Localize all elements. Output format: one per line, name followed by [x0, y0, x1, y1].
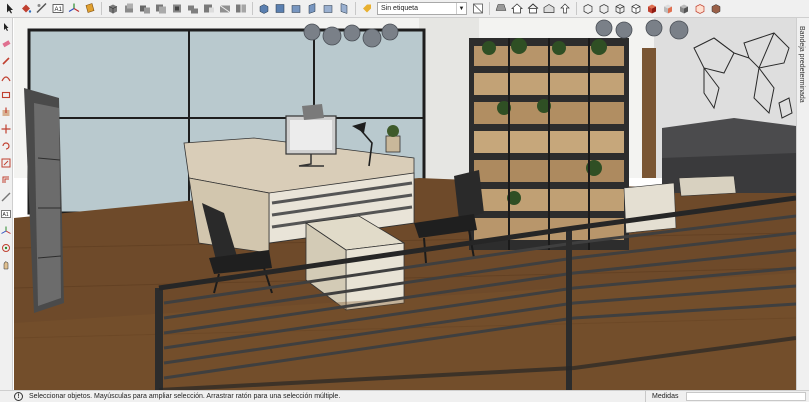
info-icon[interactable]: ! — [14, 392, 23, 401]
back-view-icon[interactable] — [321, 2, 335, 16]
tag-selector-value: Sin etiqueta — [381, 5, 418, 12]
top-view-icon[interactable] — [273, 2, 287, 16]
status-message: Seleccionar objetos. Mayúsculas para amp… — [29, 393, 341, 400]
home-icon[interactable] — [510, 2, 524, 16]
tag-selector[interactable]: Sin etiqueta ▼ — [377, 2, 467, 15]
svg-text:A1: A1 — [3, 212, 9, 218]
push-pull-tool-icon[interactable] — [0, 106, 12, 118]
union-icon[interactable] — [186, 2, 200, 16]
wooden-post — [642, 48, 656, 178]
subtract-icon[interactable] — [202, 2, 216, 16]
intersect-icon[interactable] — [170, 2, 184, 16]
toolbar-separator — [489, 2, 490, 15]
right-view-icon[interactable] — [305, 2, 319, 16]
monochrome-style-icon[interactable] — [677, 2, 691, 16]
coffee-table — [678, 175, 737, 197]
measurements-input[interactable] — [686, 392, 806, 401]
tag-icon — [360, 2, 374, 16]
toolbar-separator — [576, 2, 577, 15]
left-view-icon[interactable] — [337, 2, 351, 16]
measurements-label: Medidas — [645, 391, 678, 402]
desk-chair — [302, 104, 324, 120]
house-icon[interactable] — [526, 2, 540, 16]
side-table — [623, 182, 677, 234]
outer-shell-icon[interactable] — [154, 2, 168, 16]
scale-tool-icon[interactable] — [0, 157, 12, 169]
hidden-line-style-icon[interactable] — [629, 2, 643, 16]
pan-tool-icon[interactable] — [0, 259, 12, 271]
svg-text:A1: A1 — [55, 7, 63, 13]
xray-style-icon[interactable] — [581, 2, 595, 16]
rectangle-tool-icon[interactable] — [0, 89, 12, 101]
wireframe-style-icon[interactable] — [613, 2, 627, 16]
model-viewport[interactable] — [14, 18, 796, 390]
eraser-tool-icon[interactable] — [0, 38, 12, 50]
shaded-style-icon[interactable] — [645, 2, 659, 16]
move-tool-icon[interactable] — [0, 123, 12, 135]
model-scene[interactable] — [14, 18, 796, 390]
select-tool-icon[interactable] — [0, 21, 12, 33]
solid-tools-icon[interactable] — [138, 2, 152, 16]
toolbar-separator — [252, 2, 253, 15]
section-plane-icon[interactable] — [83, 2, 97, 16]
status-bar: ! Seleccionar objetos. Mayúsculas para a… — [0, 390, 809, 402]
tray-label: Bandeja predeterminada — [798, 26, 805, 103]
orbit-tool-icon[interactable] — [0, 242, 12, 254]
component-icon[interactable] — [106, 2, 120, 16]
axes-tool-icon[interactable] — [0, 225, 12, 237]
toolbar-separator — [101, 2, 102, 15]
text-tool-icon[interactable]: A1 — [0, 208, 12, 220]
warehouse-icon[interactable] — [542, 2, 556, 16]
front-view-icon[interactable] — [289, 2, 303, 16]
toolbar-separator — [355, 2, 356, 15]
select-icon[interactable] — [3, 2, 17, 16]
default-tray[interactable]: Bandeja predeterminada — [796, 18, 809, 390]
line-tool-icon[interactable] — [0, 55, 12, 67]
arc-tool-icon[interactable] — [0, 72, 12, 84]
paint-bucket-icon[interactable] — [19, 2, 33, 16]
offset-tool-icon[interactable] — [0, 174, 12, 186]
trim-icon[interactable] — [218, 2, 232, 16]
chevron-down-icon[interactable]: ▼ — [456, 3, 466, 14]
main-toolbar: A1 Sin etiqueta ▼ — [0, 0, 809, 18]
desk-plant — [385, 135, 401, 153]
back-edges-style-icon[interactable] — [597, 2, 611, 16]
tape-measure-tool-icon[interactable] — [0, 191, 12, 203]
camera-icon[interactable] — [494, 2, 508, 16]
fill-style-icon[interactable] — [709, 2, 723, 16]
split-icon[interactable] — [234, 2, 248, 16]
textured-style-icon[interactable] — [661, 2, 675, 16]
axes-icon[interactable] — [67, 2, 81, 16]
text-tool-icon[interactable]: A1 — [51, 2, 65, 16]
iso-view-icon[interactable] — [257, 2, 271, 16]
hatch-style-icon[interactable] — [693, 2, 707, 16]
rotate-tool-icon[interactable] — [0, 140, 12, 152]
group-icon[interactable] — [122, 2, 136, 16]
tag-palette-icon[interactable] — [471, 2, 485, 16]
tape-measure-icon[interactable] — [35, 2, 49, 16]
upload-icon[interactable] — [558, 2, 572, 16]
left-toolbar: A1 — [0, 18, 13, 390]
